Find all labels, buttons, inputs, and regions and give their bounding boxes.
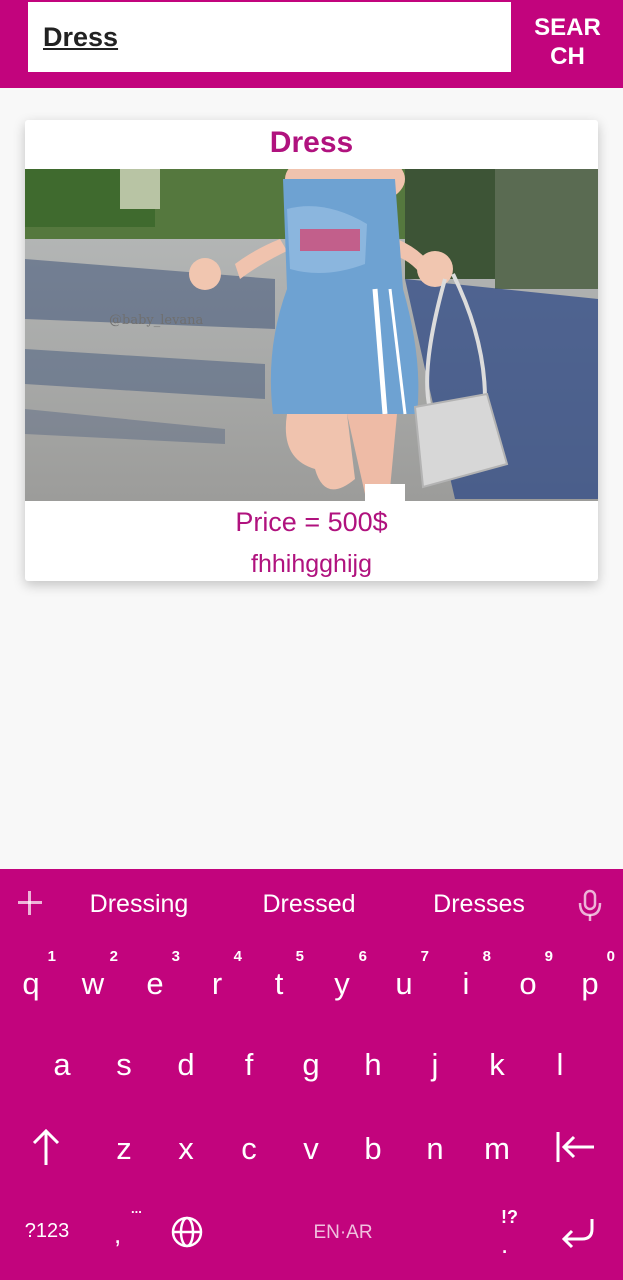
- key-h[interactable]: h: [342, 1030, 404, 1100]
- key-q[interactable]: q1: [0, 948, 62, 1019]
- key-hint: 6: [358, 948, 367, 965]
- key-hint: 2: [109, 948, 118, 965]
- key-t[interactable]: t5: [248, 948, 310, 1019]
- key-w[interactable]: w2: [62, 948, 124, 1019]
- key-hint: 7: [420, 948, 429, 965]
- key-n[interactable]: n: [404, 1114, 466, 1184]
- product-card[interactable]: Dress @baby_levana Price = 500$ fhhihggh…: [25, 120, 598, 581]
- soft-keyboard: Dressing Dressed Dresses q1 w2 e3 r4 t5 …: [0, 869, 623, 1280]
- key-s[interactable]: s: [93, 1030, 155, 1100]
- key-u[interactable]: u7: [373, 948, 435, 1019]
- enter-icon[interactable]: [558, 1215, 596, 1251]
- key-f[interactable]: f: [218, 1030, 280, 1100]
- key-b[interactable]: b: [342, 1114, 404, 1184]
- comma-hint: ...: [131, 1201, 142, 1216]
- key-m[interactable]: m: [466, 1114, 528, 1184]
- key-label: y: [334, 966, 350, 1001]
- key-x[interactable]: x: [155, 1114, 217, 1184]
- key-e[interactable]: e3: [124, 948, 186, 1019]
- key-hint: 4: [233, 948, 242, 965]
- search-button[interactable]: SEAR CH: [512, 0, 623, 76]
- key-hint: 9: [544, 948, 553, 965]
- product-description: fhhihgghijg: [251, 550, 372, 578]
- key-p[interactable]: p0: [559, 948, 621, 1019]
- globe-icon[interactable]: [170, 1215, 204, 1249]
- key-g[interactable]: g: [280, 1030, 342, 1100]
- key-l[interactable]: l: [529, 1030, 591, 1100]
- symbols-key[interactable]: ?123: [14, 1220, 80, 1243]
- key-y[interactable]: y6: [311, 948, 373, 1019]
- suggestion-item[interactable]: Dressed: [229, 890, 389, 919]
- plus-icon[interactable]: [16, 889, 44, 917]
- period-label: .: [501, 1229, 509, 1259]
- product-title: Dress: [269, 126, 354, 159]
- search-input[interactable]: [28, 2, 511, 72]
- comma-key[interactable]: , ...: [104, 1201, 144, 1259]
- key-a[interactable]: a: [31, 1030, 93, 1100]
- key-v[interactable]: v: [280, 1114, 342, 1184]
- product-price: Price = 500$: [235, 507, 388, 537]
- product-image: @baby_levana: [25, 169, 598, 501]
- key-hint: 3: [171, 948, 180, 965]
- key-r[interactable]: r4: [186, 948, 248, 1019]
- key-label: u: [395, 966, 413, 1001]
- period-key[interactable]: . !?: [490, 1205, 530, 1259]
- key-z[interactable]: z: [93, 1114, 155, 1184]
- key-d[interactable]: d: [155, 1030, 217, 1100]
- period-hint: !?: [501, 1207, 518, 1227]
- shift-icon[interactable]: [28, 1127, 64, 1167]
- key-j[interactable]: j: [404, 1030, 466, 1100]
- key-label: p: [581, 966, 599, 1001]
- backspace-icon[interactable]: [554, 1129, 598, 1165]
- key-hint: 1: [47, 948, 56, 965]
- comma-label: ,: [114, 1219, 122, 1249]
- space-bar[interactable]: EN·AR: [223, 1209, 463, 1257]
- key-o[interactable]: o9: [497, 948, 559, 1019]
- image-watermark: @baby_levana: [109, 313, 204, 328]
- key-k[interactable]: k: [466, 1030, 528, 1100]
- key-hint: 0: [606, 948, 615, 965]
- key-label: w: [81, 966, 105, 1001]
- suggestion-strip: Dressing Dressed Dresses: [0, 869, 623, 941]
- key-label: i: [462, 966, 470, 1001]
- key-label: e: [146, 966, 164, 1001]
- suggestion-item[interactable]: Dresses: [399, 890, 559, 919]
- key-label: r: [211, 966, 223, 1001]
- key-hint: 5: [295, 948, 304, 965]
- mic-icon[interactable]: [576, 889, 604, 923]
- suggestion-item[interactable]: Dressing: [59, 890, 219, 919]
- key-label: t: [274, 966, 284, 1001]
- search-bar: SEAR CH: [0, 0, 623, 88]
- key-c[interactable]: c: [218, 1114, 280, 1184]
- key-i[interactable]: i8: [435, 948, 497, 1019]
- key-hint: 8: [482, 948, 491, 965]
- key-label: q: [22, 966, 40, 1001]
- key-label: o: [519, 966, 537, 1001]
